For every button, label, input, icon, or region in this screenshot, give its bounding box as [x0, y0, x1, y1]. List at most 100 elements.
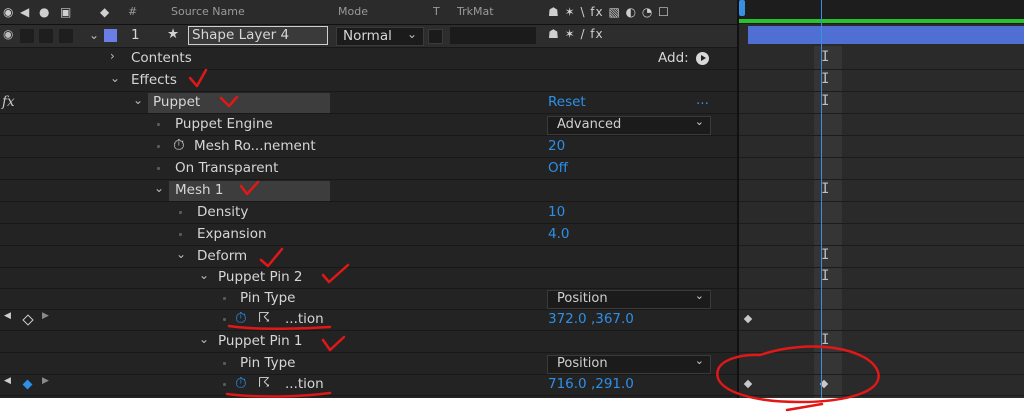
keyframe-toggle-icon[interactable]	[22, 314, 34, 326]
pin2-type-row[interactable]: Pin Type Position ⌄	[0, 288, 737, 310]
next-keyframe-icon[interactable]: ▶	[42, 311, 49, 321]
work-area-start-handle[interactable]	[739, 0, 745, 16]
chevron-right-icon[interactable]: ›	[110, 49, 115, 63]
chevron-down-icon[interactable]: ⌄	[154, 181, 164, 195]
timeline-row: I	[739, 331, 1024, 353]
layer-duration-bar[interactable]	[748, 26, 1024, 44]
chevron-down-icon: ⌄	[694, 289, 704, 302]
trkmat-field[interactable]	[450, 27, 536, 44]
pin1-position-row[interactable]: ◀ ▶ ⏱ ☈ ...tion 716.0 ,291.0	[0, 374, 737, 396]
pin1-type-dropdown[interactable]: Position ⌄	[547, 354, 711, 374]
mesh-refinement-row[interactable]: ⏱ Mesh Ro...nement 20	[0, 136, 737, 158]
density-label: Density	[197, 204, 249, 220]
puppet-pin1-row[interactable]: ⌄ Puppet Pin 1	[0, 331, 737, 353]
prev-keyframe-icon[interactable]: ◀	[4, 376, 11, 386]
puppet-engine-dropdown[interactable]: Advanced ⌄	[547, 115, 711, 135]
timeline-row: I	[739, 180, 1024, 202]
ibeam-marker: I	[821, 181, 830, 197]
puppet-engine-row[interactable]: Puppet Engine Advanced ⌄	[0, 114, 737, 136]
playhead-line[interactable]	[821, 0, 822, 398]
timeline-row: I	[739, 92, 1024, 114]
deform-row[interactable]: ⌄ Deform	[0, 246, 737, 268]
eye-icon[interactable]: ◉	[3, 5, 13, 19]
layer-row[interactable]: ◉ ⌄ 1 ★ Shape Layer 4 Normal ⌄ ☗ ✶ / fx	[0, 25, 737, 48]
add-menu-button[interactable]	[696, 52, 709, 65]
contents-row[interactable]: › Contents Add:	[0, 48, 737, 70]
puppet-effect-row[interactable]: fx ⌄ Puppet Reset ...	[0, 92, 737, 114]
eye-icon[interactable]: ◉	[3, 27, 13, 41]
mesh-refinement-value[interactable]: 20	[548, 138, 565, 154]
puppet-pin2-row[interactable]: ⌄ Puppet Pin 2	[0, 267, 737, 289]
fx-badge[interactable]: fx	[2, 94, 15, 110]
chevron-down-icon[interactable]: ⌄	[176, 247, 186, 261]
layer-switches[interactable]: ☗ ✶ / fx	[548, 27, 604, 41]
lock-toggle[interactable]	[59, 29, 73, 43]
puppet-pin2-label: Puppet Pin 2	[218, 269, 303, 285]
switches-icons[interactable]: ☗ ✶ \ fx ▧ ◐ ◔ ☐	[548, 5, 670, 19]
effect-options-link[interactable]: ...	[696, 92, 709, 108]
pin2-type-dropdown[interactable]: Position ⌄	[547, 289, 711, 309]
audio-toggle[interactable]	[20, 29, 34, 43]
pin1-position-value[interactable]: 716.0 ,291.0	[548, 376, 634, 392]
pin2-position-row[interactable]: ◀ ▶ ⏱ ☈ ...tion 372.0 ,367.0	[0, 309, 737, 331]
density-row[interactable]: Density 10	[0, 202, 737, 224]
on-transparent-value[interactable]: Off	[548, 160, 568, 176]
expansion-value[interactable]: 4.0	[548, 226, 569, 242]
stopwatch-icon[interactable]: ⏱	[173, 136, 185, 154]
chevron-down-icon[interactable]: ⌄	[199, 332, 209, 346]
timeline-row: I	[739, 48, 1024, 70]
deform-label: Deform	[197, 248, 248, 264]
next-keyframe-icon[interactable]: ▶	[42, 376, 49, 386]
pin2-type-value: Position	[557, 291, 608, 306]
time-ruler[interactable]	[739, 0, 1024, 24]
stopwatch-icon[interactable]: ⏱	[235, 374, 247, 392]
audio-icon[interactable]: ◀	[20, 5, 29, 19]
density-value[interactable]: 10	[548, 204, 565, 220]
graph-icon[interactable]: ☈	[258, 375, 270, 391]
timeline-row: I	[739, 70, 1024, 92]
stopwatch-icon[interactable]: ⏱	[235, 309, 247, 327]
column-mode[interactable]: Mode	[338, 5, 368, 18]
solo-icon[interactable]: ●	[39, 5, 49, 19]
column-hash[interactable]: #	[128, 5, 137, 18]
graph-icon[interactable]: ☈	[258, 310, 270, 326]
pin2-position-value[interactable]: 372.0 ,367.0	[548, 311, 634, 327]
column-t[interactable]: T	[433, 5, 440, 18]
ibeam-marker: I	[821, 49, 830, 65]
prev-keyframe-icon[interactable]: ◀	[4, 311, 11, 321]
chevron-down-icon[interactable]: ⌄	[110, 71, 120, 85]
on-transparent-row[interactable]: On Transparent Off	[0, 158, 737, 180]
pin1-type-row[interactable]: Pin Type Position ⌄	[0, 353, 737, 375]
chevron-down-icon: ⌄	[694, 115, 704, 128]
effects-label: Effects	[131, 72, 177, 88]
timeline-row	[739, 309, 1024, 331]
layer-label-color[interactable]	[104, 29, 117, 42]
mesh1-row[interactable]: ⌄ Mesh 1	[0, 180, 737, 202]
chevron-down-icon[interactable]: ⌄	[89, 28, 99, 42]
label-tag-icon[interactable]: ◆	[100, 5, 109, 19]
chevron-down-icon[interactable]: ⌄	[199, 268, 209, 282]
timeline-graph[interactable]: I I I I I I I	[737, 0, 1024, 398]
effects-row[interactable]: ⌄ Effects	[0, 70, 737, 92]
puppet-engine-label: Puppet Engine	[175, 116, 273, 132]
column-source-name[interactable]: Source Name	[171, 5, 245, 18]
timeline-row	[739, 353, 1024, 375]
pin2-position-label: ...tion	[285, 311, 324, 327]
blend-mode-dropdown[interactable]: Normal ⌄	[336, 27, 424, 46]
timeline-row	[739, 288, 1024, 310]
reset-link[interactable]: Reset	[548, 94, 586, 110]
pin1-position-label: ...tion	[285, 376, 324, 392]
add-label: Add:	[658, 50, 689, 66]
layer-name-field[interactable]: Shape Layer 4	[188, 26, 328, 45]
lock-icon[interactable]: ▣	[60, 5, 71, 19]
chevron-down-icon[interactable]: ⌄	[133, 93, 143, 107]
column-trkmat[interactable]: TrkMat	[457, 5, 494, 18]
mesh1-label: Mesh 1	[175, 182, 224, 198]
solo-toggle[interactable]	[39, 29, 53, 43]
preserve-transparency-toggle[interactable]	[428, 29, 443, 44]
keyframe-toggle-icon[interactable]	[22, 379, 33, 390]
work-area-bar[interactable]	[739, 19, 1024, 23]
ibeam-marker: I	[821, 93, 830, 109]
tree-dot	[157, 123, 160, 126]
expansion-row[interactable]: Expansion 4.0	[0, 224, 737, 246]
